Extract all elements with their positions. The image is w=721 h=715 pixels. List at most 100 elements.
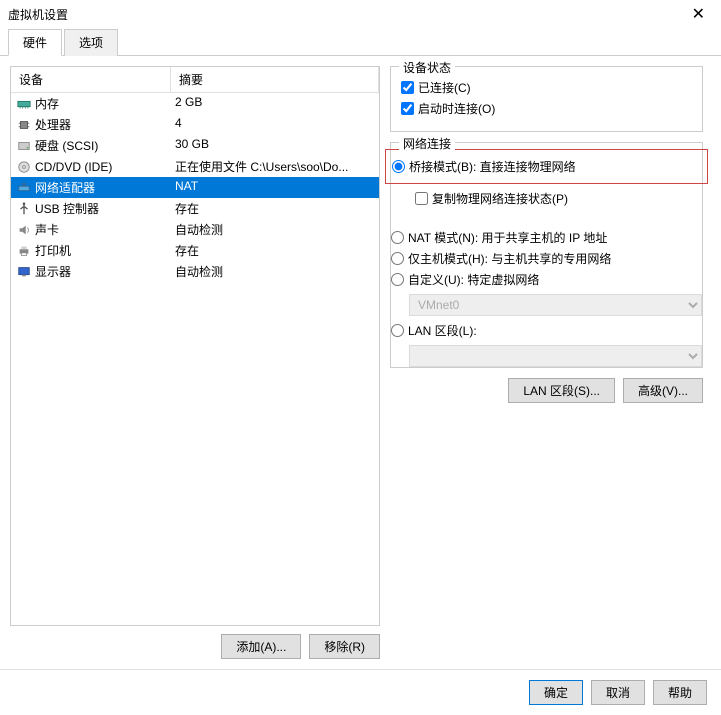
bridged-radio[interactable] <box>392 160 405 173</box>
bridged-label: 桥接模式(B): 直接连接物理网络 <box>409 158 576 175</box>
device-cell: 硬盘 (SCSI) <box>11 137 171 154</box>
table-row[interactable]: 显示器 自动检测 <box>11 261 379 282</box>
device-cell: 打印机 <box>11 242 171 259</box>
lan-radio[interactable] <box>391 324 404 337</box>
device-name: 打印机 <box>35 242 71 259</box>
device-cell: 显示器 <box>11 263 171 280</box>
help-button[interactable]: 帮助 <box>653 680 707 705</box>
right-button-row: LAN 区段(S)... 高级(V)... <box>390 378 703 403</box>
device-status-fieldset: 设备状态 已连接(C) 启动时连接(O) <box>390 66 703 132</box>
table-row[interactable]: 内存 2 GB <box>11 93 379 114</box>
table-body: 内存 2 GB 处理器 4 硬盘 (SCSI) 30 GB CD/DVD (IDE) 正在使用… <box>11 93 379 282</box>
content-area: 设备 摘要 内存 2 GB 处理器 4 硬盘 (SCSI) 30 GB CD/DVD (ID… <box>0 56 721 669</box>
table-row[interactable]: 网络适配器 NAT <box>11 177 379 198</box>
summary-cell: 正在使用文件 C:\Users\soo\Do... <box>171 158 379 175</box>
window-title: 虚拟机设置 <box>8 6 68 23</box>
summary-cell: 存在 <box>171 200 379 217</box>
tab-options[interactable]: 选项 <box>64 29 118 56</box>
connect-at-power-label: 启动时连接(O) <box>418 100 495 117</box>
table-header: 设备 摘要 <box>11 67 379 93</box>
network-fieldset: 网络连接 桥接模式(B): 直接连接物理网络 复制物理网络连接状态(P) NAT… <box>390 142 703 368</box>
device-cell: 声卡 <box>11 221 171 238</box>
printer-icon <box>17 244 31 258</box>
device-cell: CD/DVD (IDE) <box>11 158 171 175</box>
device-cell: 处理器 <box>11 116 171 133</box>
tab-strip: 硬件 选项 <box>0 28 721 56</box>
left-button-row: 添加(A)... 移除(R) <box>10 634 380 659</box>
connected-checkbox[interactable] <box>401 81 414 94</box>
hostonly-row: 仅主机模式(H): 与主机共享的专用网络 <box>391 250 702 267</box>
table-row[interactable]: USB 控制器 存在 <box>11 198 379 219</box>
nat-radio[interactable] <box>391 231 404 244</box>
device-cell: USB 控制器 <box>11 200 171 217</box>
sound-icon <box>17 223 31 237</box>
disk-icon <box>17 139 31 153</box>
summary-cell: 自动检测 <box>171 263 379 280</box>
device-name: 声卡 <box>35 221 59 238</box>
device-name: 处理器 <box>35 116 71 133</box>
connected-row: 已连接(C) <box>401 79 692 96</box>
add-button[interactable]: 添加(A)... <box>221 634 301 659</box>
device-list-box: 设备 摘要 内存 2 GB 处理器 4 硬盘 (SCSI) 30 GB CD/DVD (ID… <box>10 66 380 626</box>
left-panel: 设备 摘要 内存 2 GB 处理器 4 硬盘 (SCSI) 30 GB CD/DVD (ID… <box>10 66 380 659</box>
titlebar: 虚拟机设置 ✕ <box>0 0 721 28</box>
replicate-checkbox[interactable] <box>415 192 428 205</box>
net-icon <box>17 181 31 195</box>
tab-hardware[interactable]: 硬件 <box>8 29 62 56</box>
cd-icon <box>17 160 31 174</box>
display-icon <box>17 265 31 279</box>
lan-row: LAN 区段(L): <box>391 322 702 339</box>
device-name: CD/DVD (IDE) <box>35 160 112 174</box>
network-legend: 网络连接 <box>399 135 455 152</box>
lan-label: LAN 区段(L): <box>408 322 477 339</box>
table-row[interactable]: 硬盘 (SCSI) 30 GB <box>11 135 379 156</box>
connected-label: 已连接(C) <box>418 79 471 96</box>
header-device[interactable]: 设备 <box>11 67 171 92</box>
summary-cell: 4 <box>171 116 379 133</box>
summary-cell: 自动检测 <box>171 221 379 238</box>
ok-button[interactable]: 确定 <box>529 680 583 705</box>
hostonly-label: 仅主机模式(H): 与主机共享的专用网络 <box>408 250 611 267</box>
lan-select[interactable] <box>409 345 702 367</box>
summary-cell: 30 GB <box>171 137 379 154</box>
summary-cell: NAT <box>171 179 379 196</box>
replicate-row: 复制物理网络连接状态(P) <box>415 190 702 207</box>
custom-label: 自定义(U): 特定虚拟网络 <box>408 271 539 288</box>
footer: 确定 取消 帮助 <box>0 669 721 715</box>
table-row[interactable]: 声卡 自动检测 <box>11 219 379 240</box>
table-row[interactable]: 打印机 存在 <box>11 240 379 261</box>
cancel-button[interactable]: 取消 <box>591 680 645 705</box>
custom-select[interactable]: VMnet0 <box>409 294 702 316</box>
connect-at-power-checkbox[interactable] <box>401 102 414 115</box>
bridged-row: 桥接模式(B): 直接连接物理网络 <box>392 158 701 175</box>
nat-row: NAT 模式(N): 用于共享主机的 IP 地址 <box>391 229 702 246</box>
device-name: 网络适配器 <box>35 179 95 196</box>
replicate-label: 复制物理网络连接状态(P) <box>432 190 568 207</box>
device-cell: 网络适配器 <box>11 179 171 196</box>
summary-cell: 存在 <box>171 242 379 259</box>
nat-label: NAT 模式(N): 用于共享主机的 IP 地址 <box>408 229 607 246</box>
table-row[interactable]: CD/DVD (IDE) 正在使用文件 C:\Users\soo\Do... <box>11 156 379 177</box>
device-status-legend: 设备状态 <box>399 59 455 76</box>
device-name: USB 控制器 <box>35 200 99 217</box>
hostonly-radio[interactable] <box>391 252 404 265</box>
remove-button[interactable]: 移除(R) <box>309 634 380 659</box>
settings-window: 虚拟机设置 ✕ 硬件 选项 设备 摘要 内存 2 GB 处理器 4 硬盘 (SCSI) 3… <box>0 0 721 715</box>
custom-row: 自定义(U): 特定虚拟网络 <box>391 271 702 288</box>
summary-cell: 2 GB <box>171 95 379 112</box>
device-name: 硬盘 (SCSI) <box>35 137 98 154</box>
usb-icon <box>17 202 31 216</box>
device-cell: 内存 <box>11 95 171 112</box>
advanced-button[interactable]: 高级(V)... <box>623 378 703 403</box>
lan-segments-button[interactable]: LAN 区段(S)... <box>508 378 615 403</box>
right-panel: 设备状态 已连接(C) 启动时连接(O) 网络连接 桥接模式(B): 直接连接物… <box>390 66 711 659</box>
table-row[interactable]: 处理器 4 <box>11 114 379 135</box>
connect-at-power-row: 启动时连接(O) <box>401 100 692 117</box>
cpu-icon <box>17 118 31 132</box>
memory-icon <box>17 97 31 111</box>
device-name: 显示器 <box>35 263 71 280</box>
custom-radio[interactable] <box>391 273 404 286</box>
device-name: 内存 <box>35 95 59 112</box>
header-summary[interactable]: 摘要 <box>171 67 379 92</box>
close-icon[interactable]: ✕ <box>684 4 713 24</box>
